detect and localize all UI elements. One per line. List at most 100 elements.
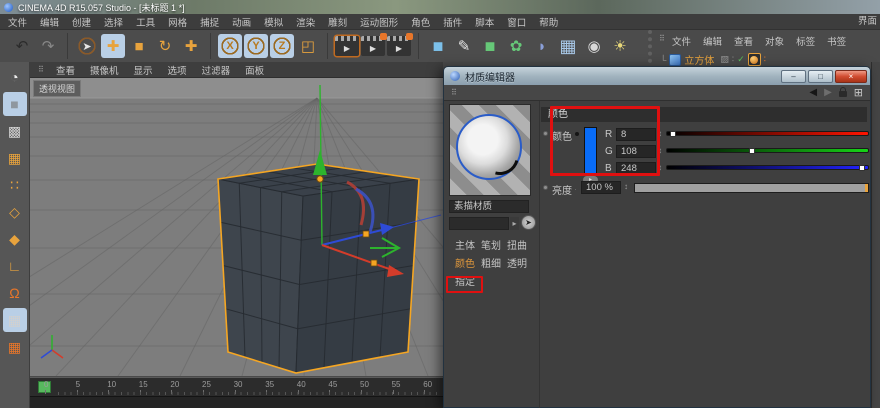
enabled-check-icon[interactable]: ✓ xyxy=(737,54,745,65)
menu-item-12[interactable]: 角色 xyxy=(411,15,430,29)
menu-item-5[interactable]: 网格 xyxy=(168,15,187,29)
mograph-icon[interactable]: ✿ xyxy=(504,34,528,58)
vp-menu-item-0[interactable]: 查看 xyxy=(56,63,75,77)
edge-mode-icon[interactable]: ◇ xyxy=(3,200,27,224)
brightness-value-field[interactable]: 100 % xyxy=(581,181,621,194)
g-slider-knob[interactable] xyxy=(749,148,755,154)
lights-icon[interactable]: ☀ xyxy=(608,34,632,58)
material-preview[interactable] xyxy=(449,104,531,196)
view-label[interactable]: 透视视图 xyxy=(33,80,81,97)
channel-item-2[interactable]: 扭曲 xyxy=(501,241,527,252)
render-settings-icon[interactable]: ▶ xyxy=(387,36,411,56)
render-view-icon[interactable]: ▶ xyxy=(335,36,359,56)
channel-item-5[interactable]: 透明 xyxy=(501,259,527,270)
close-button[interactable]: × xyxy=(835,70,867,83)
om-menu-item-4[interactable]: 标签 xyxy=(796,34,815,48)
brightness-param-dot[interactable] xyxy=(543,185,548,190)
om-menu-item-1[interactable]: 编辑 xyxy=(703,34,722,48)
workplane-lock-icon[interactable]: ▦ xyxy=(3,308,27,332)
lock-icon[interactable] xyxy=(839,91,847,97)
menu-item-1[interactable]: 编辑 xyxy=(40,15,59,29)
coordinate-system-icon[interactable]: ◰ xyxy=(296,34,320,58)
add-primitive-icon[interactable]: ■ xyxy=(426,34,450,58)
redo-icon[interactable]: ↷ xyxy=(36,34,60,58)
camera-icon[interactable]: ◉ xyxy=(582,34,606,58)
add-window-icon[interactable]: ⊞ xyxy=(854,86,863,99)
x-axis-lock-icon[interactable]: X xyxy=(218,34,242,58)
menu-item-7[interactable]: 动画 xyxy=(232,15,251,29)
menu-item-4[interactable]: 工具 xyxy=(136,15,155,29)
texture-mode-icon[interactable]: ▩ xyxy=(3,119,27,143)
pick-button[interactable]: ➤ xyxy=(521,215,536,230)
phong-tag-icon[interactable]: ∶ xyxy=(764,54,766,65)
render-visibility-icon[interactable]: ∶ xyxy=(732,54,734,65)
b-slider-knob[interactable] xyxy=(859,165,865,171)
channel-item-0[interactable]: 主体 xyxy=(449,241,475,252)
r-slider[interactable] xyxy=(666,131,869,136)
vp-menu-item-5[interactable]: 面板 xyxy=(245,63,264,77)
menu-item-9[interactable]: 渲染 xyxy=(296,15,315,29)
move-tool-icon[interactable]: ✚ xyxy=(101,34,125,58)
editor-visibility-icon[interactable]: ▨ xyxy=(720,54,729,65)
material-editor-titlebar[interactable]: 材质编辑器 – □ × xyxy=(444,67,870,85)
maximize-button[interactable]: □ xyxy=(808,70,833,83)
menu-item-11[interactable]: 运动图形 xyxy=(360,15,398,29)
nav-back-icon[interactable]: ◀ xyxy=(809,87,817,98)
menu-item-6[interactable]: 捕捉 xyxy=(200,15,219,29)
snap-icon[interactable]: Ω xyxy=(3,281,27,305)
dropdown-icon[interactable]: ▸ xyxy=(510,217,519,230)
menu-item-3[interactable]: 选择 xyxy=(104,15,123,29)
live-selection-icon[interactable]: ➤ xyxy=(75,34,99,58)
render-picture-viewer-icon[interactable]: ▶ xyxy=(361,36,385,56)
r-slider-knob[interactable] xyxy=(670,131,676,137)
polygon-mode-icon[interactable]: ◆ xyxy=(3,227,27,251)
model-mode-icon[interactable]: ■ xyxy=(3,92,27,116)
b-slider[interactable] xyxy=(666,165,869,170)
point-mode-icon[interactable]: ∷ xyxy=(3,173,27,197)
vp-menu-item-4[interactable]: 过滤器 xyxy=(202,63,231,77)
z-axis-lock-icon[interactable]: Z xyxy=(270,34,294,58)
last-tool-icon[interactable]: ✚ xyxy=(179,34,203,58)
brightness-slider[interactable] xyxy=(634,183,869,193)
object-row[interactable]: └ 立方体 ▨∶✓∶ xyxy=(652,52,880,67)
channel-item-1[interactable]: 笔划 xyxy=(475,241,501,252)
undo-icon[interactable]: ↶ xyxy=(10,34,34,58)
material-name-field[interactable]: 素描材质 xyxy=(449,200,529,213)
menu-item-0[interactable]: 文件 xyxy=(8,15,27,29)
menu-item-16[interactable]: 帮助 xyxy=(539,15,558,29)
vp-menu-item-3[interactable]: 选项 xyxy=(168,63,187,77)
workplane-mode-icon[interactable]: ▦ xyxy=(3,335,27,359)
preview-size-field[interactable] xyxy=(449,217,509,230)
interface-menu[interactable]: 界面 xyxy=(858,14,877,30)
minimize-button[interactable]: – xyxy=(781,70,806,83)
rotate-tool-icon[interactable]: ↻ xyxy=(153,34,177,58)
channel-item-3[interactable]: 颜色 xyxy=(449,259,475,270)
environment-icon[interactable]: ▦ xyxy=(556,34,580,58)
om-menu-item-5[interactable]: 书签 xyxy=(827,34,846,48)
vp-menu-item-1[interactable]: 摄像机 xyxy=(90,63,119,77)
deformers-icon[interactable]: ◗ xyxy=(530,34,554,58)
menu-item-10[interactable]: 雕刻 xyxy=(328,15,347,29)
workplane-icon[interactable]: ▦ xyxy=(3,146,27,170)
menu-item-13[interactable]: 插件 xyxy=(443,15,462,29)
scale-tool-icon[interactable]: ■ xyxy=(127,34,151,58)
timeline-ruler[interactable]: 051015202530354045505560 xyxy=(30,377,443,396)
viewport-canvas[interactable] xyxy=(30,78,443,376)
menu-item-2[interactable]: 创建 xyxy=(72,15,91,29)
y-axis-lock-icon[interactable]: Y xyxy=(244,34,268,58)
material-tag-icon[interactable] xyxy=(748,53,761,66)
g-slider[interactable] xyxy=(666,148,869,153)
vp-menu-item-2[interactable]: 显示 xyxy=(134,63,153,77)
om-menu-item-3[interactable]: 对象 xyxy=(765,34,784,48)
generators-icon[interactable]: ■ xyxy=(478,34,502,58)
menu-item-14[interactable]: 脚本 xyxy=(475,15,494,29)
color-param-dot[interactable] xyxy=(543,131,548,136)
brightness-stepper[interactable]: ↕ xyxy=(624,182,628,191)
channel-item-4[interactable]: 粗细 xyxy=(475,259,501,270)
spline-pen-icon[interactable]: ✎ xyxy=(452,34,476,58)
menu-item-8[interactable]: 模拟 xyxy=(264,15,283,29)
make-editable-icon[interactable]: ◔ xyxy=(3,65,27,89)
om-menu-item-2[interactable]: 查看 xyxy=(734,34,753,48)
om-menu-item-0[interactable]: 文件 xyxy=(672,34,691,48)
axis-mode-icon[interactable]: ∟ xyxy=(3,254,27,278)
